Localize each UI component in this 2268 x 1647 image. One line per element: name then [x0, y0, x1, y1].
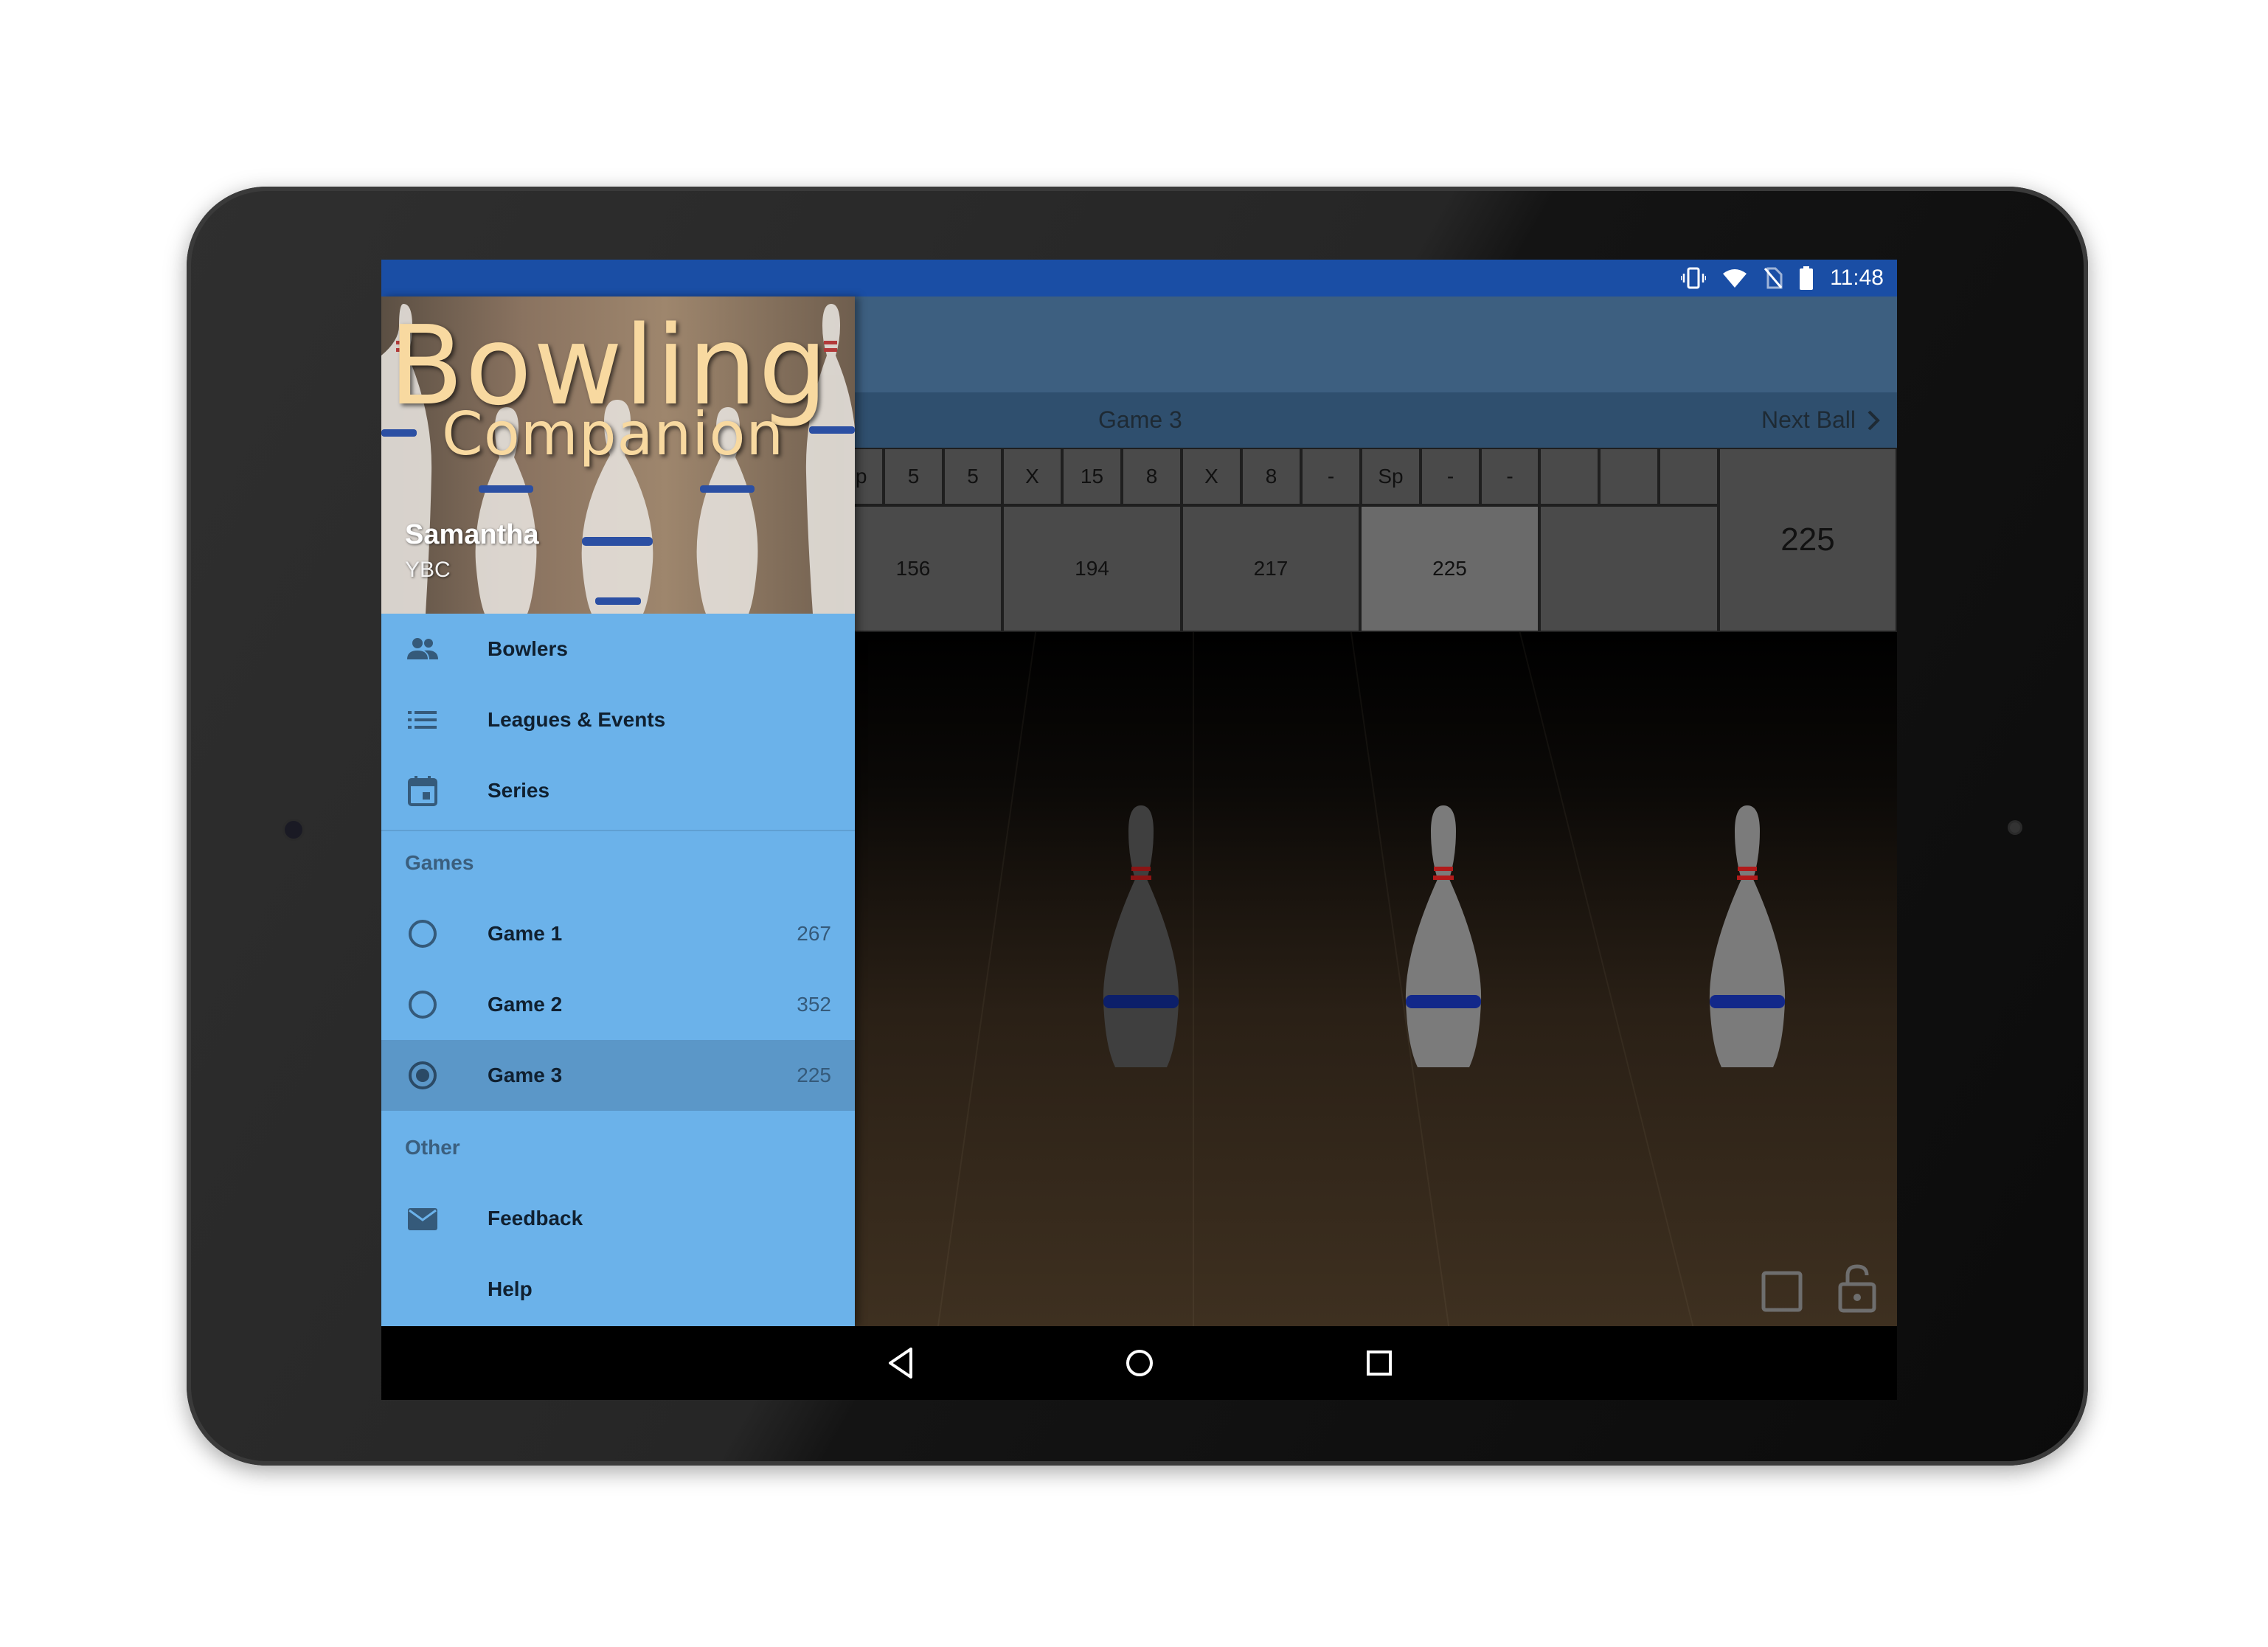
ball-cell[interactable]: 8: [1241, 448, 1301, 505]
ball-cell[interactable]: [1539, 448, 1599, 505]
ball-cell[interactable]: 5: [884, 448, 943, 505]
ball-cell[interactable]: -: [1421, 448, 1480, 505]
frame-score[interactable]: 194: [1002, 505, 1182, 632]
ball-cell[interactable]: Sp: [1361, 448, 1421, 505]
drawer-item-label: Help: [488, 1277, 533, 1300]
pin[interactable]: [1086, 802, 1196, 1075]
drawer-item-help[interactable]: Help: [381, 1254, 855, 1325]
back-icon[interactable]: [883, 1345, 920, 1381]
game-score: 225: [797, 1064, 831, 1086]
status-time: 11:48: [1830, 266, 1884, 290]
navigation-drawer: Bowling Companion Samantha YBC Bowlers L…: [381, 297, 855, 1326]
no-sim-icon: [1764, 267, 1783, 289]
drawer-item-label: Series: [488, 779, 550, 802]
ball-cell[interactable]: 5: [943, 448, 1002, 505]
drawer-item-label: Feedback: [488, 1207, 583, 1230]
status-bar: 11:48: [381, 260, 1897, 297]
lock-open-icon[interactable]: [1837, 1263, 1877, 1314]
radio-checked-icon: [409, 1061, 437, 1089]
chevron-right-icon: [1868, 410, 1880, 430]
vibrate-icon: [1681, 267, 1707, 289]
bowler-name: Samantha: [405, 519, 539, 550]
mail-icon: [408, 1208, 437, 1230]
drawer-item-bowlers[interactable]: Bowlers: [381, 614, 855, 684]
league-name: YBC: [405, 558, 451, 582]
pin[interactable]: [1692, 802, 1803, 1075]
recents-icon[interactable]: [1361, 1345, 1398, 1381]
section-other-label: Other: [405, 1136, 460, 1159]
ball-cell[interactable]: -: [1301, 448, 1361, 505]
section-games-label: Games: [405, 851, 474, 874]
system-navigation-bar: [381, 1326, 1897, 1400]
drawer-item-label: Game 3: [488, 1064, 563, 1086]
front-camera: [285, 821, 302, 839]
drawer-item-leagues-events[interactable]: Leagues & Events: [381, 684, 855, 755]
game-score: 352: [797, 993, 831, 1016]
drawer-item-label: Bowlers: [488, 637, 568, 660]
device-screen: 11:48 Game 3 Next Ball Hp 5 5 X 15 8 X 8…: [381, 260, 1897, 1326]
drawer-item-game-3[interactable]: Game 3 225: [381, 1040, 855, 1111]
drawer-item-series[interactable]: Series: [381, 755, 855, 826]
foul-toggle-icon[interactable]: [1760, 1269, 1804, 1314]
total-score: 225: [1719, 448, 1897, 632]
wifi-icon: [1723, 269, 1747, 288]
ball-cell[interactable]: X: [1002, 448, 1062, 505]
drawer-item-label: Game 2: [488, 993, 563, 1016]
battery-icon: [1800, 266, 1814, 290]
ball-cell[interactable]: [1599, 448, 1659, 505]
drawer-item-game-1[interactable]: Game 1 267: [381, 898, 855, 969]
people-icon: [407, 638, 438, 659]
frame-score[interactable]: 217: [1182, 505, 1360, 632]
ball-cell[interactable]: X: [1182, 448, 1241, 505]
ball-cell[interactable]: 8: [1122, 448, 1182, 505]
radio-unchecked-icon: [409, 920, 437, 948]
ball-cell[interactable]: -: [1480, 448, 1539, 505]
drawer-item-feedback[interactable]: Feedback: [381, 1183, 855, 1254]
home-icon[interactable]: [1121, 1345, 1158, 1381]
frame-score[interactable]: [1539, 505, 1719, 632]
ball-cell[interactable]: [1659, 448, 1719, 505]
drawer-divider: [381, 830, 855, 831]
drawer-header: Bowling Companion Samantha YBC: [381, 297, 855, 614]
next-ball-button[interactable]: Next Ball: [1761, 392, 1881, 448]
frame-score-current[interactable]: 225: [1360, 505, 1539, 632]
sensor: [2010, 822, 2020, 833]
next-ball-label: Next Ball: [1761, 406, 1856, 433]
pin[interactable]: [1388, 802, 1499, 1075]
calendar-icon: [408, 776, 437, 806]
game-score: 267: [797, 922, 831, 945]
list-icon: [408, 711, 437, 729]
radio-unchecked-icon: [409, 991, 437, 1019]
drawer-item-label: Game 1: [488, 922, 563, 945]
game-title: Game 3: [1098, 406, 1182, 433]
app-logo-subtitle: Companion: [442, 400, 785, 468]
drawer-item-label: Leagues & Events: [488, 708, 666, 731]
ball-cell[interactable]: 15: [1062, 448, 1122, 505]
drawer-item-game-2[interactable]: Game 2 352: [381, 969, 855, 1040]
